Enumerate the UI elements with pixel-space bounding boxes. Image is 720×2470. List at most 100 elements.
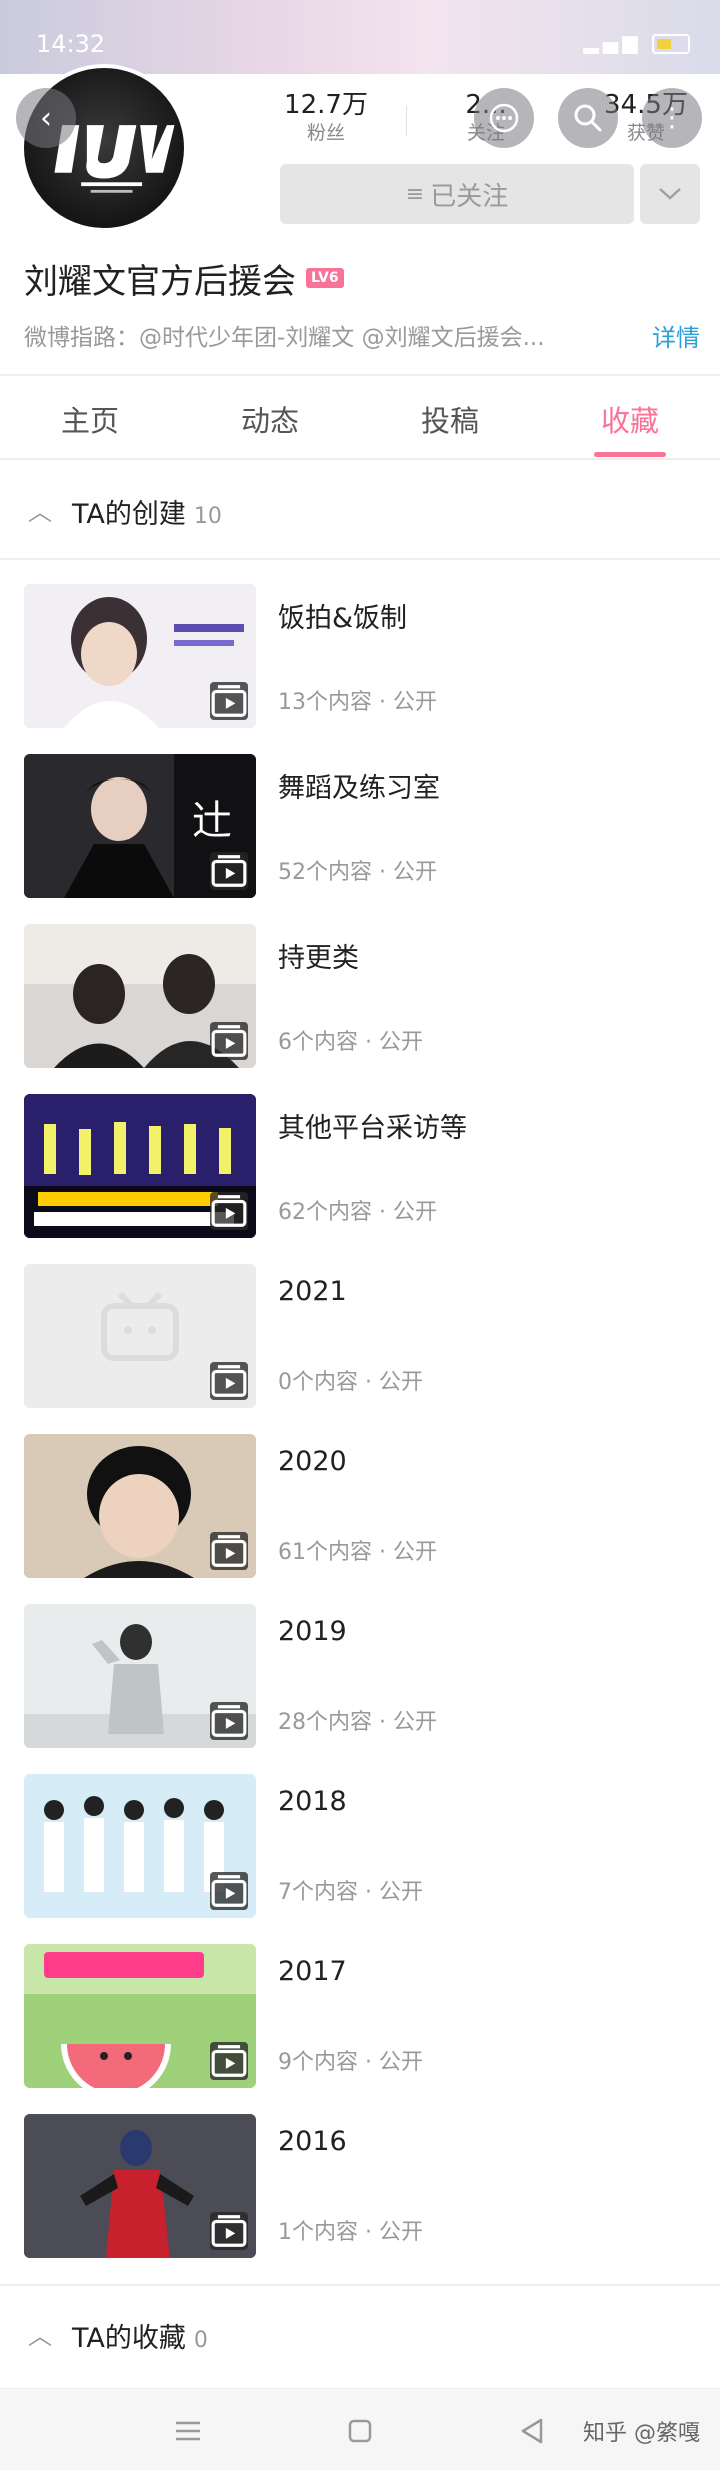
collection-title: 2019 <box>278 1616 347 1647</box>
playlist-icon <box>210 682 248 720</box>
collection-thumbnail <box>24 2114 256 2258</box>
collection-thumbnail: 辻 <box>24 754 256 898</box>
svg-text:辻: 辻 <box>192 798 232 844</box>
profile-bio: 微博指路：@时代少年团-刘耀文 @刘耀文后援会... <box>24 325 545 351</box>
collection-thumbnail <box>24 1604 256 1748</box>
list-item[interactable]: 2018 7个内容 · 公开 <box>0 1770 720 1920</box>
more-button[interactable]: ⋮ <box>642 88 702 148</box>
playlist-icon <box>210 1532 248 1570</box>
favorites-count: 0 <box>193 2328 208 2353</box>
collection-thumbnail <box>24 584 256 728</box>
section-title: TA的收藏 0 <box>72 2316 208 2355</box>
collection-meta: 13个内容 · 公开 <box>278 690 437 715</box>
collection-meta: 7个内容 · 公开 <box>278 1880 423 1905</box>
playlist-icon <box>210 1702 248 1740</box>
favorites-title: TA的收藏 <box>72 2323 186 2354</box>
tab-submissions[interactable]: 投稿 <box>390 398 510 440</box>
list-item[interactable]: 辻 舞蹈及练习室 52个内容 · 公开 <box>0 750 720 900</box>
chevron-up-icon: ︿ <box>28 498 52 526</box>
profile-name: 刘耀文官方后援会 <box>24 261 296 302</box>
playlist-icon <box>210 1192 248 1230</box>
collection-title: 2020 <box>278 1446 347 1477</box>
playlist-icon <box>210 1362 248 1400</box>
playlist-icon <box>210 1022 248 1060</box>
collection-meta: 61个内容 · 公开 <box>278 1540 437 1565</box>
back-arrow-icon: ‹ <box>40 100 52 136</box>
list-item[interactable]: 2017 9个内容 · 公开 <box>0 1940 720 2090</box>
collection-thumbnail <box>24 924 256 1068</box>
list-item[interactable]: 2021 0个内容 · 公开 <box>0 1260 720 1410</box>
battery-icon <box>652 33 690 54</box>
tab-home[interactable]: 主页 <box>30 398 150 440</box>
back-button[interactable]: ‹ <box>16 88 76 148</box>
list-item[interactable]: 2016 1个内容 · 公开 <box>0 2110 720 2260</box>
collection-title: 其他平台采访等 <box>278 1113 467 1144</box>
chevron-up-icon: ︿ <box>28 2322 52 2350</box>
collection-meta: 52个内容 · 公开 <box>278 860 437 885</box>
followed-button[interactable]: ≡ 已关注 <box>280 164 634 224</box>
collection-meta: 9个内容 · 公开 <box>278 2050 423 2075</box>
collection-thumbnail <box>24 1094 256 1238</box>
home-square-icon <box>348 2419 372 2443</box>
divider <box>0 458 720 460</box>
profile-name-row: 刘耀文官方后援会 LV6 <box>24 256 344 302</box>
active-tab-indicator <box>594 452 666 457</box>
detail-link[interactable]: 详情 <box>652 318 700 353</box>
search-button[interactable] <box>558 88 618 148</box>
recent-apps-button[interactable] <box>168 2411 208 2451</box>
collection-title: 2017 <box>278 1956 347 1987</box>
created-title: TA的创建 <box>72 499 186 530</box>
back-triangle-icon <box>521 2418 543 2444</box>
playlist-icon <box>210 2212 248 2250</box>
section-title: TA的创建 10 <box>72 492 222 531</box>
search-icon <box>574 104 602 132</box>
status-bar: 14:32 ▂▄▆ <box>0 0 720 74</box>
fans-label: 粉丝 <box>306 122 345 144</box>
list-item[interactable]: 持更类 6个内容 · 公开 <box>0 920 720 1070</box>
collection-thumbnail <box>24 1264 256 1408</box>
message-button[interactable] <box>474 88 534 148</box>
divider <box>0 374 720 376</box>
home-button[interactable] <box>340 2411 380 2451</box>
created-section-header[interactable]: ︿ TA的创建 10 <box>0 462 720 558</box>
collection-title: 饭拍&饭制 <box>278 603 408 634</box>
status-icons: ▂▄▆ <box>583 30 690 54</box>
collection-meta: 62个内容 · 公开 <box>278 1200 437 1225</box>
fans-count: 12.7万 <box>284 90 368 120</box>
collection-title: 2016 <box>278 2126 347 2157</box>
chevron-down-icon <box>659 188 681 200</box>
favorites-section-header[interactable]: ︿ TA的收藏 0 <box>0 2286 720 2382</box>
collection-thumbnail <box>24 1774 256 1918</box>
divider <box>0 558 720 560</box>
playlist-icon <box>210 1872 248 1910</box>
system-nav-bar: 知乎 @綮嘎 <box>0 2388 720 2470</box>
collection-meta: 0个内容 · 公开 <box>278 1370 423 1395</box>
collection-thumbnail <box>24 1434 256 1578</box>
collection-meta: 6个内容 · 公开 <box>278 1030 423 1055</box>
playlist-icon <box>210 2042 248 2080</box>
tab-dynamic[interactable]: 动态 <box>210 398 330 440</box>
profile-tabs: 主页 动态 投稿 收藏 <box>0 380 720 458</box>
level-badge: LV6 <box>306 268 344 288</box>
collection-title: 2021 <box>278 1276 347 1307</box>
collection-title: 持更类 <box>278 943 359 974</box>
list-item[interactable]: 其他平台采访等 62个内容 · 公开 <box>0 1090 720 1240</box>
tab-favorites[interactable]: 收藏 <box>570 398 690 440</box>
signal-icon: ▂▄▆ <box>583 30 642 54</box>
list-item[interactable]: 饭拍&饭制 13个内容 · 公开 <box>0 580 720 730</box>
collection-title: 2018 <box>278 1786 347 1817</box>
collection-thumbnail <box>24 1944 256 2088</box>
collection-title: 舞蹈及练习室 <box>278 773 440 804</box>
follow-dropdown-button[interactable] <box>640 164 700 224</box>
stat-divider <box>406 106 407 136</box>
system-back-button[interactable] <box>512 2411 552 2451</box>
list-item[interactable]: 2019 28个内容 · 公开 <box>0 1600 720 1750</box>
list-item[interactable]: 2020 61个内容 · 公开 <box>0 1430 720 1580</box>
collection-meta: 1个内容 · 公开 <box>278 2220 423 2245</box>
menu-lines-icon: ≡ <box>405 181 425 207</box>
more-vertical-icon: ⋮ <box>659 103 685 133</box>
watermark: 知乎 @綮嘎 <box>583 2421 700 2446</box>
stat-fans[interactable]: 12.7万 粉丝 <box>276 90 376 146</box>
menu-icon <box>176 2421 200 2441</box>
status-time: 14:32 <box>36 30 106 58</box>
